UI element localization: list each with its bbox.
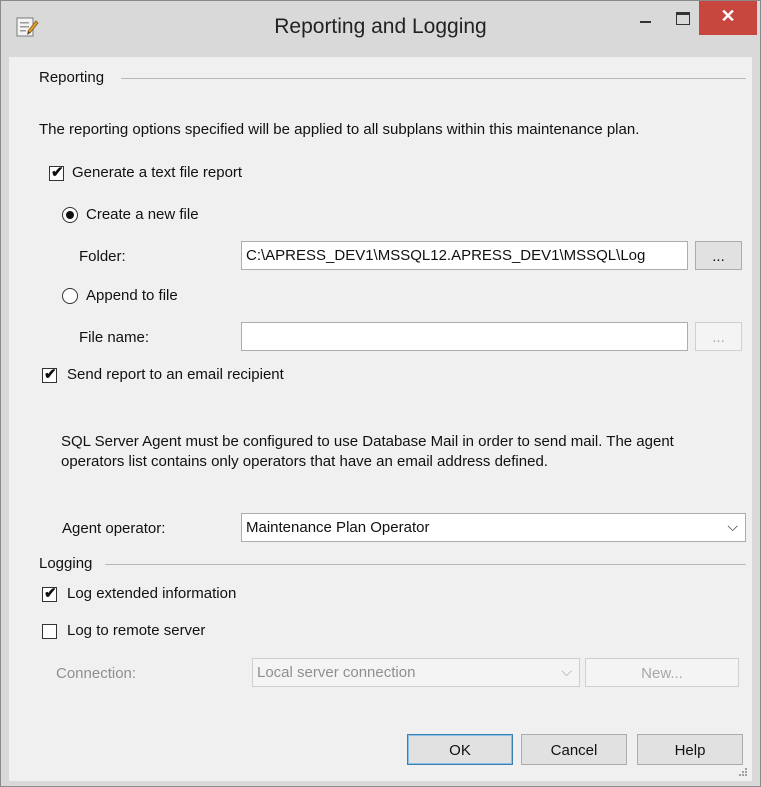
create-new-file-label[interactable]: Create a new file	[86, 206, 199, 223]
connection-select[interactable]: Local server connection ⌵	[252, 658, 580, 687]
generate-text-report-checkbox[interactable]: ✔	[49, 164, 64, 181]
logging-section-label: Logging	[39, 555, 93, 572]
log-remote-checkbox[interactable]	[42, 624, 57, 639]
maximize-icon[interactable]	[665, 1, 699, 35]
reporting-description: The reporting options specified will be …	[39, 121, 640, 138]
log-extended-checkbox[interactable]: ✔	[42, 585, 57, 602]
reporting-divider	[121, 78, 746, 79]
mail-note-line-2: operators list contains only operators t…	[61, 453, 548, 470]
connection-label: Connection:	[56, 665, 137, 682]
generate-text-report-label[interactable]: Generate a text file report	[72, 164, 242, 181]
chevron-down-icon: ⌵	[727, 518, 738, 534]
file-name-browse-button[interactable]: ...	[695, 322, 742, 351]
check-icon: ✔	[51, 164, 64, 181]
create-new-file-radio[interactable]	[62, 207, 78, 223]
agent-operator-label: Agent operator:	[62, 520, 166, 537]
dialog-body: Reporting The reporting options specifie…	[9, 57, 752, 781]
log-remote-label[interactable]: Log to remote server	[67, 622, 205, 639]
check-icon: ✔	[44, 366, 57, 383]
connection-value: Local server connection	[257, 664, 416, 681]
minimize-icon[interactable]	[627, 1, 663, 35]
resize-grip-icon[interactable]	[738, 767, 748, 777]
reporting-section-label: Reporting	[39, 69, 105, 86]
folder-browse-button[interactable]: ...	[695, 241, 742, 270]
send-email-label[interactable]: Send report to an email recipient	[67, 366, 284, 383]
title-bar[interactable]: Reporting and Logging ✕	[1, 1, 760, 57]
chevron-down-icon: ⌵	[561, 663, 572, 679]
append-to-file-radio[interactable]	[62, 288, 78, 304]
file-name-label: File name:	[79, 329, 150, 346]
agent-operator-value: Maintenance Plan Operator	[246, 519, 430, 536]
file-name-input[interactable]	[241, 322, 688, 351]
ok-button[interactable]: OK	[407, 734, 513, 765]
send-email-checkbox[interactable]: ✔	[42, 366, 57, 383]
new-connection-button[interactable]: New...	[585, 658, 739, 687]
check-icon: ✔	[44, 585, 57, 602]
logging-divider	[105, 564, 746, 565]
close-icon: ✕	[720, 6, 736, 26]
radio-selected-dot	[66, 211, 74, 219]
folder-label: Folder:	[79, 248, 126, 265]
folder-input[interactable]: C:\APRESS_DEV1\MSSQL12.APRESS_DEV1\MSSQL…	[241, 241, 688, 270]
agent-operator-select[interactable]: Maintenance Plan Operator ⌵	[241, 513, 746, 542]
cancel-button[interactable]: Cancel	[521, 734, 627, 765]
close-button[interactable]: ✕	[699, 1, 757, 35]
help-button[interactable]: Help	[637, 734, 743, 765]
mail-note-line-1: SQL Server Agent must be configured to u…	[61, 433, 674, 450]
append-to-file-label[interactable]: Append to file	[86, 287, 178, 304]
log-extended-label[interactable]: Log extended information	[67, 585, 236, 602]
reporting-and-logging-dialog: Reporting and Logging ✕ Reporting The re…	[0, 0, 761, 787]
